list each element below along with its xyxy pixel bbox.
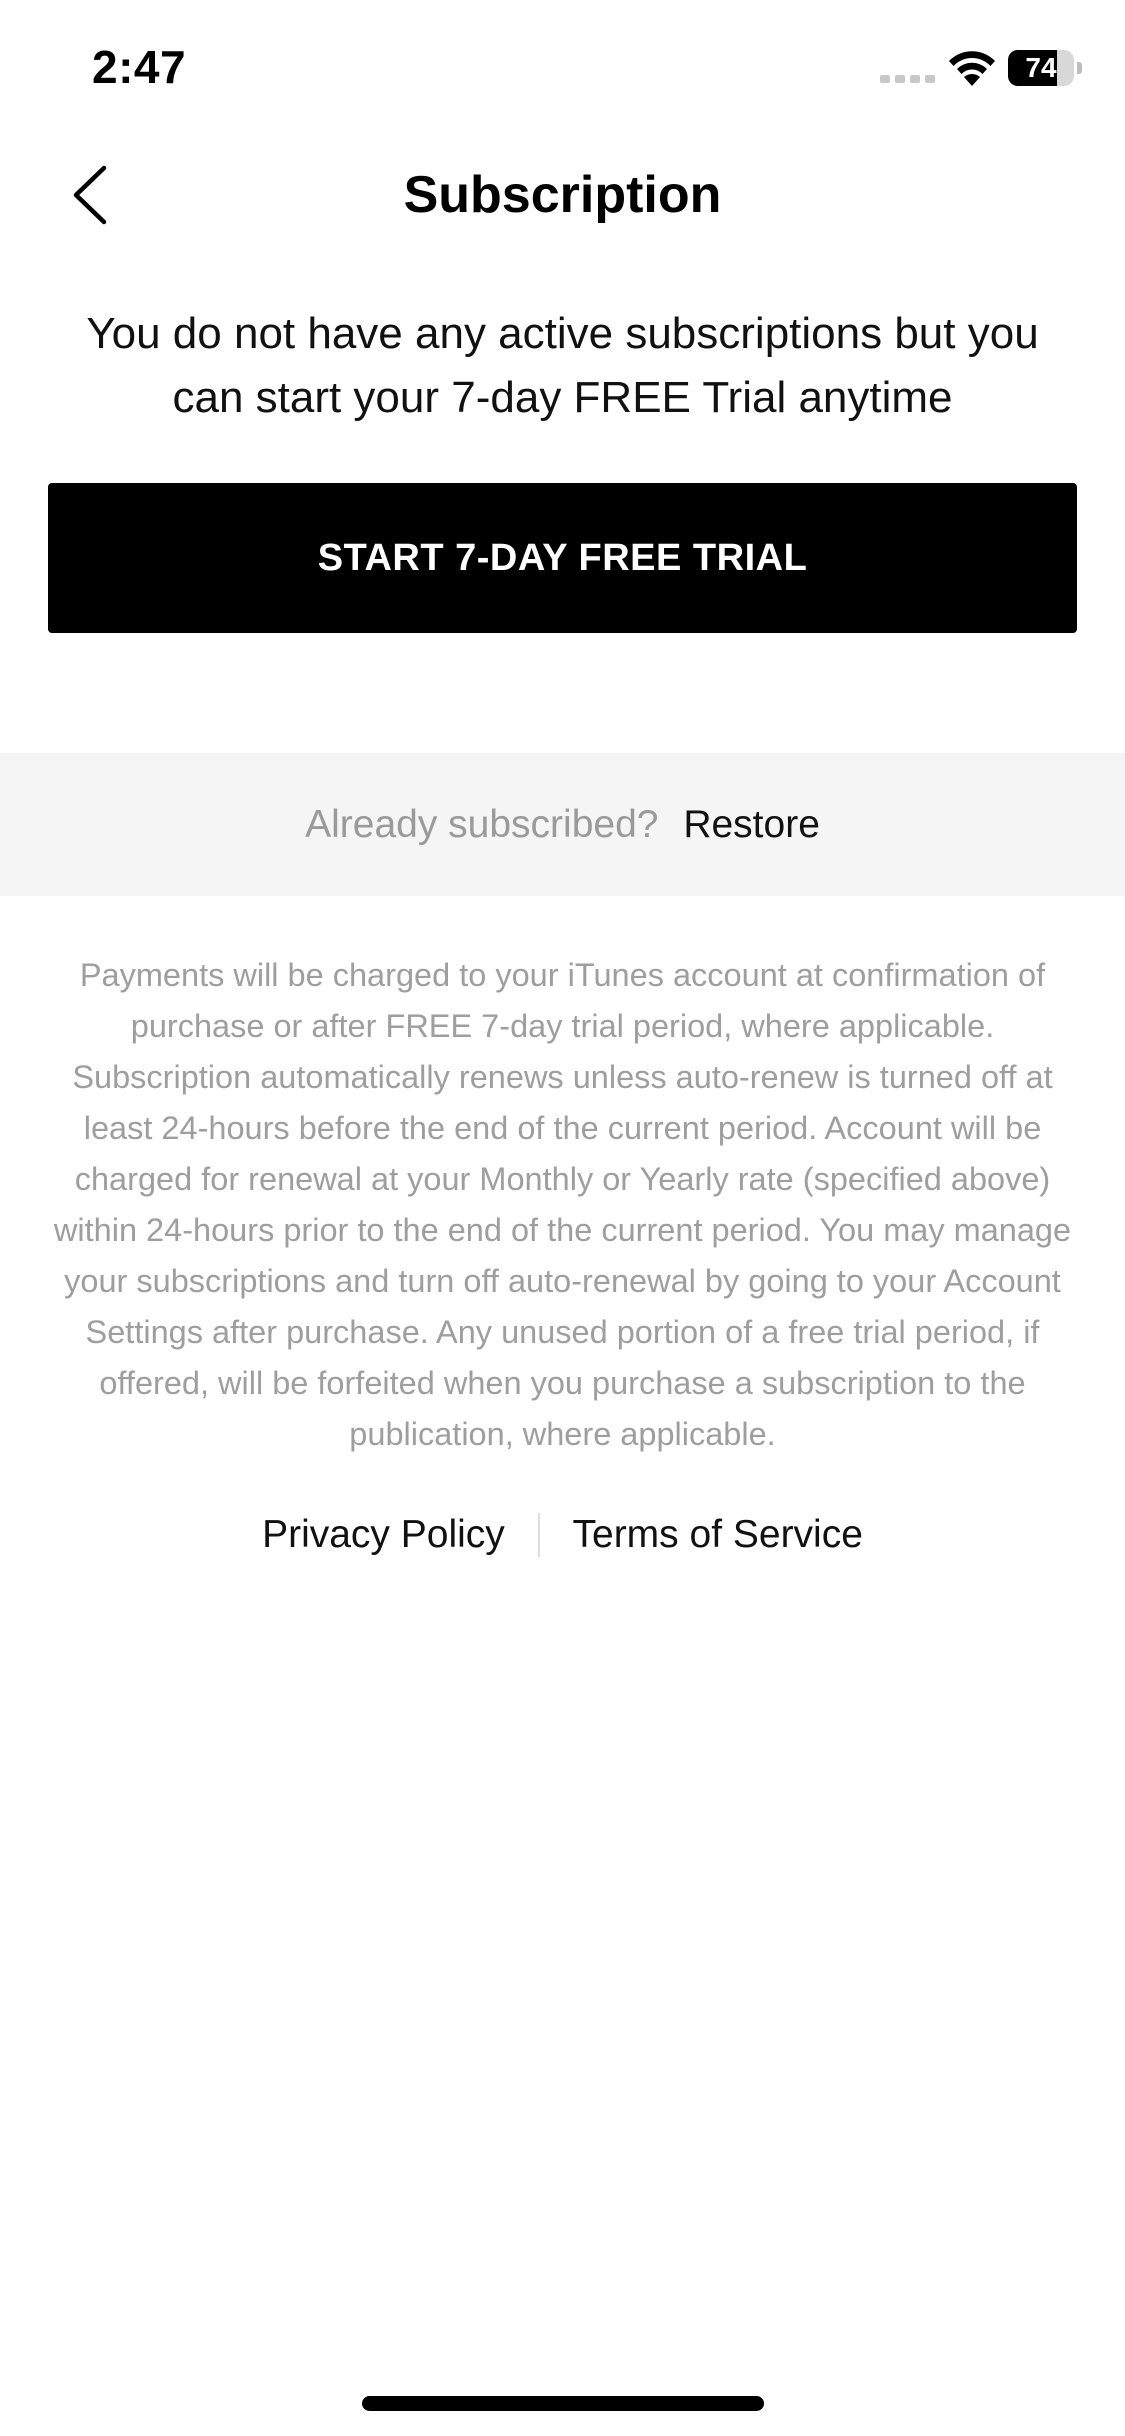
nav-bar: Subscription	[0, 140, 1125, 250]
battery-body: 74	[1008, 50, 1074, 86]
privacy-policy-link[interactable]: Privacy Policy	[262, 1507, 505, 1563]
restore-link[interactable]: Restore	[683, 803, 820, 846]
restore-section: Already subscribed? Restore	[0, 753, 1125, 896]
restore-prompt: Already subscribed?	[305, 803, 659, 846]
status-bar: 2:47 74	[0, 0, 1125, 135]
battery-level: 74	[1025, 52, 1057, 83]
start-free-trial-button[interactable]: START 7-DAY FREE TRIAL	[48, 483, 1077, 633]
no-subscription-message: You do not have any active subscriptions…	[86, 309, 1039, 422]
wifi-icon	[949, 51, 995, 86]
status-time: 2:47	[92, 41, 187, 93]
footer-links: Privacy Policy Terms of Service	[0, 1505, 1125, 1561]
footer-divider	[537, 1512, 540, 1557]
battery-indicator: 74	[1008, 50, 1082, 86]
home-indicator[interactable]	[362, 2396, 764, 2411]
battery-tip	[1077, 62, 1082, 74]
terms-of-service-link[interactable]: Terms of Service	[573, 1507, 863, 1563]
legal-disclaimer: Payments will be charged to your iTunes …	[53, 957, 1072, 1452]
page-title: Subscription	[403, 166, 722, 224]
cellular-signal-icon	[880, 75, 935, 83]
